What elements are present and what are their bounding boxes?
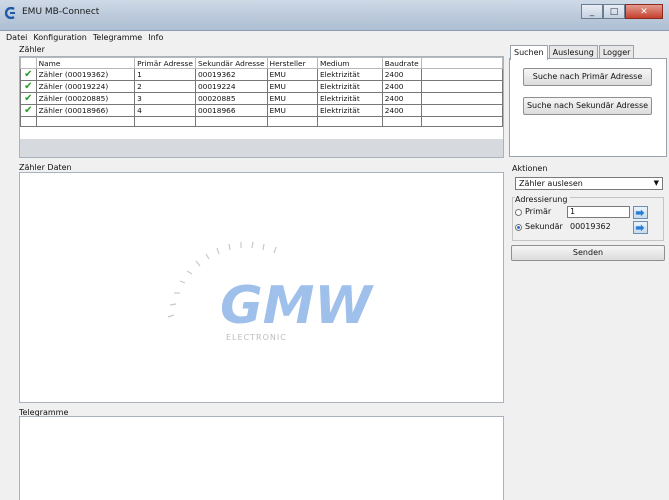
menu-info[interactable]: Info bbox=[145, 33, 166, 42]
table-empty-area bbox=[20, 139, 503, 157]
zaehler-table: Name Primär Adresse Sekundär Adresse Her… bbox=[19, 56, 504, 158]
cell-name: Zähler (00020885) bbox=[35, 92, 136, 105]
tab-suchen[interactable]: Suchen bbox=[510, 45, 548, 60]
table-row[interactable]: ✔ Zähler (00018966) 4 00018966 EMU Elekt… bbox=[20, 104, 504, 117]
zaehler-daten-panel: GMW ELECTRONIC bbox=[19, 172, 504, 403]
arrow-icon bbox=[635, 209, 645, 217]
column-header-primaer[interactable]: Primär Adresse bbox=[134, 57, 196, 69]
cell-primaer: 3 bbox=[134, 92, 196, 105]
cell-hersteller: EMU bbox=[266, 104, 318, 117]
sekundaer-radio-label: Sekundär bbox=[525, 222, 563, 231]
cell-hersteller: EMU bbox=[266, 80, 318, 93]
action-select-value: Zähler auslesen bbox=[519, 179, 583, 188]
primaer-address-input[interactable]: 1 bbox=[567, 206, 630, 218]
menu-datei[interactable]: Datei bbox=[3, 33, 30, 42]
search-secondary-button[interactable]: Suche nach Sekundär Adresse bbox=[523, 97, 652, 115]
cell-medium: Elektrizität bbox=[316, 104, 383, 117]
column-header-filler bbox=[420, 57, 504, 69]
cell-medium: Elektrizität bbox=[316, 68, 383, 81]
table-row[interactable]: ✔ Zähler (00019224) 2 00019224 EMU Elekt… bbox=[20, 80, 504, 93]
menu-bar: Datei Konfiguration Telegramme Info bbox=[0, 31, 669, 44]
send-button[interactable]: Senden bbox=[511, 245, 665, 261]
cell-name: Zähler (00019224) bbox=[35, 80, 136, 93]
cell-baudrate: 2400 bbox=[381, 104, 422, 117]
gmw-watermark-logo: GMW ELECTRONIC bbox=[167, 241, 374, 342]
search-primary-button[interactable]: Suche nach Primär Adresse bbox=[523, 68, 652, 86]
tab-logger[interactable]: Logger bbox=[598, 45, 635, 59]
column-header-sekundaer[interactable]: Sekundär Adresse bbox=[194, 57, 268, 69]
cell-sekundaer: 00020885 bbox=[194, 92, 268, 105]
column-header-check[interactable] bbox=[20, 57, 37, 69]
telegramme-panel[interactable] bbox=[19, 416, 504, 500]
window-title: EMU MB-Connect bbox=[22, 7, 100, 17]
primaer-radio-label: Primär bbox=[525, 207, 552, 216]
sekundaer-address-input[interactable]: 00019362 bbox=[567, 221, 630, 233]
cell-baudrate: 2400 bbox=[381, 80, 422, 93]
primaer-radio[interactable] bbox=[515, 209, 522, 216]
app-logo-icon bbox=[5, 7, 15, 19]
zaehler-daten-label: Zähler Daten bbox=[19, 163, 75, 172]
tab-auslesung[interactable]: Auslesung bbox=[548, 45, 598, 59]
cell-medium: Elektrizität bbox=[316, 80, 383, 93]
primaer-apply-button[interactable] bbox=[633, 206, 648, 219]
check-icon: ✔ bbox=[24, 93, 33, 104]
watermark-sub-text: ELECTRONIC bbox=[226, 333, 287, 342]
maximize-button[interactable]: □ bbox=[603, 4, 625, 19]
check-icon: ✔ bbox=[24, 81, 33, 92]
menu-konfiguration[interactable]: Konfiguration bbox=[30, 33, 90, 42]
table-row[interactable]: ✔ Zähler (00019362) 1 00019362 EMU Elekt… bbox=[20, 68, 504, 81]
cell-primaer: 2 bbox=[134, 80, 196, 93]
cell-sekundaer: 00019224 bbox=[194, 80, 268, 93]
cell-primaer: 1 bbox=[134, 68, 196, 81]
cell-baudrate: 2400 bbox=[381, 92, 422, 105]
column-header-name[interactable]: Name bbox=[35, 57, 136, 69]
suchen-tab-panel: Suche nach Primär Adresse Suche nach Sek… bbox=[509, 58, 667, 157]
action-select[interactable]: Zähler auslesen ▼ bbox=[515, 177, 663, 190]
column-header-baudrate[interactable]: Baudrate bbox=[381, 57, 422, 69]
minimize-button[interactable]: _ bbox=[581, 4, 603, 19]
cell-hersteller: EMU bbox=[266, 68, 318, 81]
title-bar: EMU MB-Connect _ □ ✕ bbox=[0, 0, 669, 31]
sekundaer-apply-button[interactable] bbox=[633, 221, 648, 234]
cell-sekundaer: 00018966 bbox=[194, 104, 268, 117]
chevron-down-icon: ▼ bbox=[653, 179, 659, 187]
cell-primaer: 4 bbox=[134, 104, 196, 117]
arrow-icon bbox=[635, 224, 645, 232]
cell-name: Zähler (00018966) bbox=[35, 104, 136, 117]
table-row-empty[interactable] bbox=[20, 116, 504, 127]
check-icon: ✔ bbox=[24, 105, 33, 116]
cell-baudrate: 2400 bbox=[381, 68, 422, 81]
cell-hersteller: EMU bbox=[266, 92, 318, 105]
table-header-row: Name Primär Adresse Sekundär Adresse Her… bbox=[20, 57, 504, 69]
cell-sekundaer: 00019362 bbox=[194, 68, 268, 81]
cell-name: Zähler (00019362) bbox=[35, 68, 136, 81]
aktionen-label: Aktionen bbox=[512, 164, 551, 173]
column-header-medium[interactable]: Medium bbox=[316, 57, 383, 69]
adressierung-label: Adressierung bbox=[515, 195, 571, 204]
watermark-logo-text: GMW bbox=[220, 276, 374, 336]
zaehler-group-label: Zähler bbox=[19, 45, 48, 54]
table-row[interactable]: ✔ Zähler (00020885) 3 00020885 EMU Elekt… bbox=[20, 92, 504, 105]
right-tabs: Suchen Auslesung Logger bbox=[510, 45, 635, 60]
check-icon: ✔ bbox=[24, 69, 33, 80]
cell-medium: Elektrizität bbox=[316, 92, 383, 105]
menu-telegramme[interactable]: Telegramme bbox=[90, 33, 145, 42]
column-header-hersteller[interactable]: Hersteller bbox=[266, 57, 318, 69]
close-button[interactable]: ✕ bbox=[625, 4, 663, 19]
sekundaer-radio[interactable] bbox=[515, 224, 522, 231]
